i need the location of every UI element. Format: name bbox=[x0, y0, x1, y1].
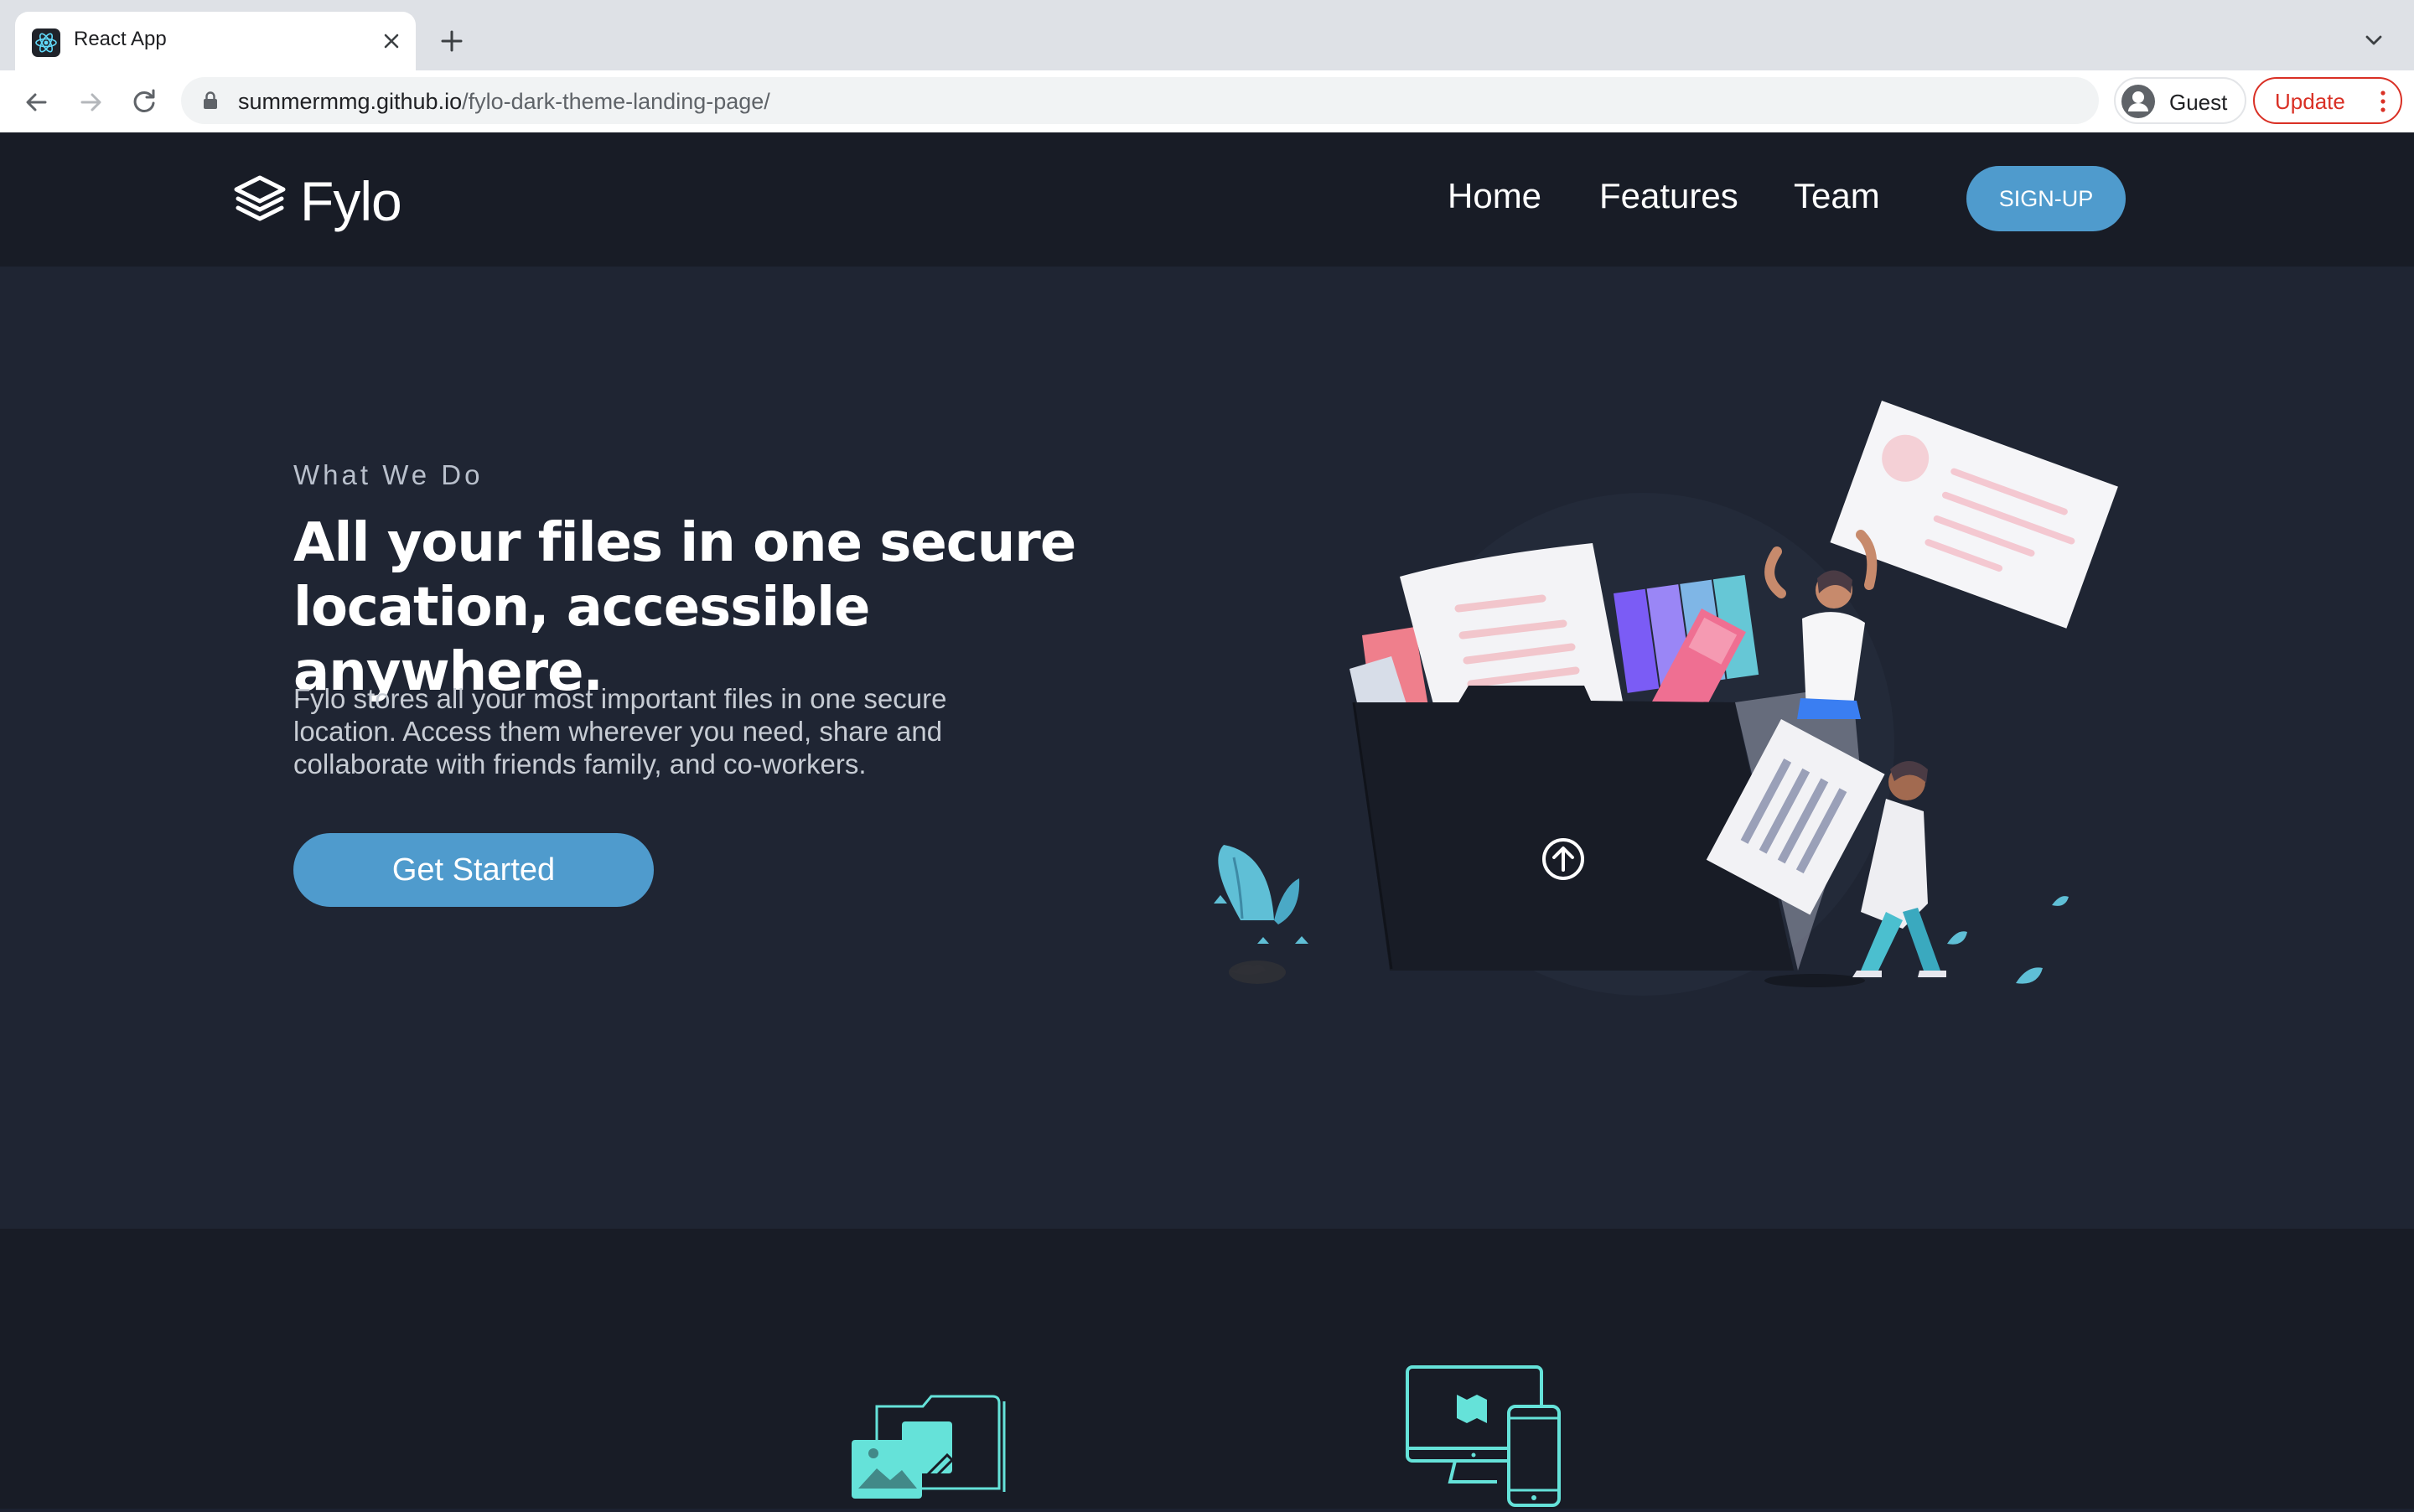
reload-icon[interactable] bbox=[126, 84, 163, 121]
browser-tab[interactable]: React App bbox=[15, 12, 416, 70]
url-path: /fylo-dark-theme-landing-page/ bbox=[462, 89, 770, 114]
logo-text: Fylo bbox=[300, 170, 402, 232]
browser-toolbar: summermmg.github.io/fylo-dark-theme-land… bbox=[0, 70, 2414, 134]
browser-tabstrip: React App bbox=[0, 0, 2414, 70]
features-section bbox=[0, 1229, 2414, 1509]
get-started-button[interactable]: Get Started bbox=[293, 833, 654, 907]
nav-home[interactable]: Home bbox=[1448, 176, 1541, 216]
signup-button[interactable]: SIGN-UP bbox=[1966, 166, 2126, 231]
nav-features[interactable]: Features bbox=[1599, 176, 1738, 216]
devices-icon bbox=[1405, 1364, 1564, 1512]
layers-logo-icon bbox=[233, 174, 287, 225]
address-bar[interactable]: summermmg.github.io/fylo-dark-theme-land… bbox=[181, 77, 2099, 124]
hero-description: Fylo stores all your most important file… bbox=[293, 683, 947, 779]
avatar-icon bbox=[2121, 84, 2156, 119]
tab-search-chevron-down-icon[interactable] bbox=[2359, 25, 2389, 55]
profile-label: Guest bbox=[2169, 90, 2228, 115]
profile-button[interactable]: Guest bbox=[2114, 77, 2246, 124]
hero-illustration bbox=[1190, 384, 2129, 1004]
url-host: summermmg.github.io bbox=[238, 89, 463, 114]
more-menu-icon[interactable] bbox=[2379, 89, 2387, 114]
url-text[interactable]: summermmg.github.io/fylo-dark-theme-land… bbox=[238, 89, 770, 115]
lock-icon[interactable] bbox=[199, 90, 221, 111]
site-header: Fylo Home Features Team SIGN-UP bbox=[0, 132, 2414, 267]
back-arrow-icon[interactable] bbox=[18, 84, 55, 121]
close-tab-icon[interactable] bbox=[379, 28, 404, 54]
hero-section: What We Do All your files in one secure … bbox=[0, 267, 2414, 1229]
nav-team[interactable]: Team bbox=[1794, 176, 1880, 216]
tab-title: React App bbox=[74, 28, 167, 50]
hero-eyebrow: What We Do bbox=[293, 459, 484, 490]
react-favicon-icon bbox=[32, 28, 60, 57]
update-label: Update bbox=[2275, 89, 2345, 114]
folder-images-icon bbox=[852, 1381, 1011, 1512]
new-tab-plus-icon[interactable] bbox=[436, 25, 468, 57]
hero-headline: All your files in one secure location, a… bbox=[293, 512, 1076, 703]
update-button[interactable]: Update bbox=[2253, 77, 2402, 124]
get-started-label: Get Started bbox=[391, 852, 556, 888]
signup-label: SIGN-UP bbox=[1998, 186, 2094, 211]
forward-arrow-icon[interactable] bbox=[72, 84, 109, 121]
